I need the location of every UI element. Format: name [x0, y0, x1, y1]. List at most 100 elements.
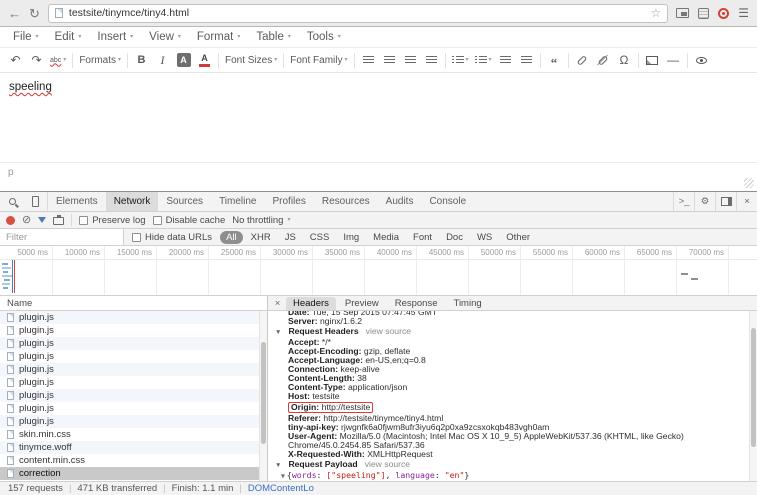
network-request-row[interactable]: content.min.css [0, 454, 267, 467]
reload-icon[interactable]: ↻ [29, 7, 40, 20]
detail-tab-headers[interactable]: Headers [286, 297, 336, 310]
record-extension-icon[interactable] [718, 8, 729, 19]
menu-format[interactable]: Format▾ [189, 29, 248, 45]
scrollbar-thumb[interactable] [261, 342, 266, 444]
console-drawer-icon[interactable]: >_ [673, 192, 694, 211]
tab-timeline[interactable]: Timeline [211, 192, 264, 211]
filter-input[interactable] [0, 229, 124, 245]
request-payload-section[interactable]: ▼Request Payloadview source [273, 460, 745, 470]
image-button[interactable] [642, 50, 663, 70]
hr-button[interactable]: — [663, 50, 684, 70]
address-bar[interactable]: testsite/tinymce/tiny4.html ☆ [48, 4, 668, 23]
gear-icon[interactable]: ⚙ [694, 192, 715, 211]
filter-type-doc[interactable]: Doc [440, 231, 469, 244]
tab-sources[interactable]: Sources [158, 192, 211, 211]
network-request-row[interactable]: plugin.js [0, 350, 267, 363]
network-request-row[interactable]: plugin.js [0, 389, 267, 402]
disable-cache-checkbox[interactable]: Disable cache [153, 215, 226, 226]
element-path[interactable]: p [8, 167, 14, 178]
detail-tab-response[interactable]: Response [388, 297, 445, 310]
device-mode-button[interactable] [24, 192, 48, 211]
blockquote-button[interactable]: “ [544, 50, 565, 70]
filter-type-css[interactable]: CSS [304, 231, 336, 244]
close-detail-icon[interactable]: × [271, 298, 284, 309]
detail-tab-timing[interactable]: Timing [447, 297, 489, 310]
menu-insert[interactable]: Insert▾ [89, 29, 141, 45]
network-request-row[interactable]: plugin.js [0, 363, 267, 376]
link-button[interactable] [572, 50, 593, 70]
backcolor-button[interactable]: A [173, 50, 194, 70]
scrollbar-thumb[interactable] [751, 328, 756, 447]
italic-button[interactable]: I [152, 50, 173, 70]
filter-type-xhr[interactable]: XHR [245, 231, 277, 244]
menu-file[interactable]: File▾ [5, 29, 47, 45]
clear-icon[interactable]: ⊘ [22, 215, 31, 226]
request-list-scrollbar[interactable] [259, 311, 267, 481]
tab-resources[interactable]: Resources [314, 192, 378, 211]
menu-tools[interactable]: Tools▾ [299, 29, 349, 45]
numbered-list-button[interactable]: ▾ [472, 50, 495, 70]
menu-view[interactable]: View▾ [141, 29, 189, 45]
network-request-row-selected[interactable]: correction [0, 467, 267, 480]
preview-button[interactable] [691, 50, 712, 70]
back-icon[interactable]: ← [8, 7, 21, 20]
detail-tab-preview[interactable]: Preview [338, 297, 386, 310]
close-devtools-icon[interactable]: × [736, 192, 757, 211]
filter-icon[interactable] [38, 217, 46, 223]
network-request-row[interactable]: plugin.js [0, 337, 267, 350]
dock-side-button[interactable] [715, 192, 736, 211]
indent-button[interactable] [516, 50, 537, 70]
detail-scrollbar[interactable] [749, 311, 757, 481]
filter-type-js[interactable]: JS [279, 231, 302, 244]
network-request-row[interactable]: plugin.js [0, 376, 267, 389]
network-request-row[interactable]: plugin.js [0, 402, 267, 415]
undo-button[interactable]: ↶ [5, 50, 26, 70]
bookmark-star-icon[interactable]: ☆ [650, 7, 661, 19]
filter-type-img[interactable]: Img [337, 231, 365, 244]
fontfamily-dropdown[interactable]: Font Family▾ [287, 50, 350, 70]
chrome-menu-icon[interactable]: ☰ [738, 7, 749, 19]
align-justify-button[interactable] [421, 50, 442, 70]
outdent-button[interactable] [495, 50, 516, 70]
network-request-row[interactable]: tinymce.woff [0, 441, 267, 454]
filter-type-ws[interactable]: WS [471, 231, 498, 244]
editor-content[interactable]: speeling [0, 73, 757, 162]
misspelled-word[interactable]: speeling [9, 81, 52, 93]
filter-type-other[interactable]: Other [500, 231, 536, 244]
align-right-button[interactable] [400, 50, 421, 70]
record-icon[interactable] [6, 216, 15, 225]
network-request-row[interactable]: plugin.js [0, 324, 267, 337]
charmap-button[interactable]: Ω [614, 50, 635, 70]
throttling-select[interactable]: No throttling▾ [232, 215, 290, 226]
filter-type-all[interactable]: All [220, 231, 243, 244]
filter-type-font[interactable]: Font [407, 231, 438, 244]
resize-grip[interactable] [744, 178, 754, 188]
unlink-button[interactable] [593, 50, 614, 70]
forecolor-button[interactable]: A [194, 50, 215, 70]
tab-audits[interactable]: Audits [378, 192, 422, 211]
align-center-button[interactable] [379, 50, 400, 70]
preserve-log-checkbox[interactable]: Preserve log [79, 215, 145, 226]
camera-icon[interactable] [53, 217, 64, 225]
inspect-element-button[interactable] [0, 192, 24, 211]
spellcheck-button[interactable]: abc▾ [47, 50, 69, 70]
tab-profiles[interactable]: Profiles [264, 192, 313, 211]
tab-network[interactable]: Network [106, 192, 159, 211]
name-column-header[interactable]: Name [0, 296, 267, 311]
view-source-link[interactable]: view source [365, 460, 410, 469]
tab-elements[interactable]: Elements [48, 192, 106, 211]
redo-button[interactable]: ↷ [26, 50, 47, 70]
extension-icon[interactable] [698, 8, 709, 19]
formats-dropdown[interactable]: Formats▾ [76, 50, 124, 70]
network-overview-timeline[interactable]: 5000 ms 10000 ms 15000 ms 20000 ms 25000… [0, 246, 757, 296]
bold-button[interactable]: B [131, 50, 152, 70]
menu-edit[interactable]: Edit▾ [47, 29, 90, 45]
network-request-row[interactable]: skin.min.css [0, 428, 267, 441]
network-request-row[interactable]: plugin.js [0, 415, 267, 428]
hide-data-urls-checkbox[interactable]: Hide data URLs [132, 232, 212, 243]
view-source-link[interactable]: view source [366, 327, 411, 336]
cast-icon[interactable] [676, 8, 689, 18]
align-left-button[interactable] [358, 50, 379, 70]
fontsizes-dropdown[interactable]: Font Sizes▾ [222, 50, 280, 70]
request-headers-section[interactable]: ▼Request Headersview source [273, 327, 745, 337]
